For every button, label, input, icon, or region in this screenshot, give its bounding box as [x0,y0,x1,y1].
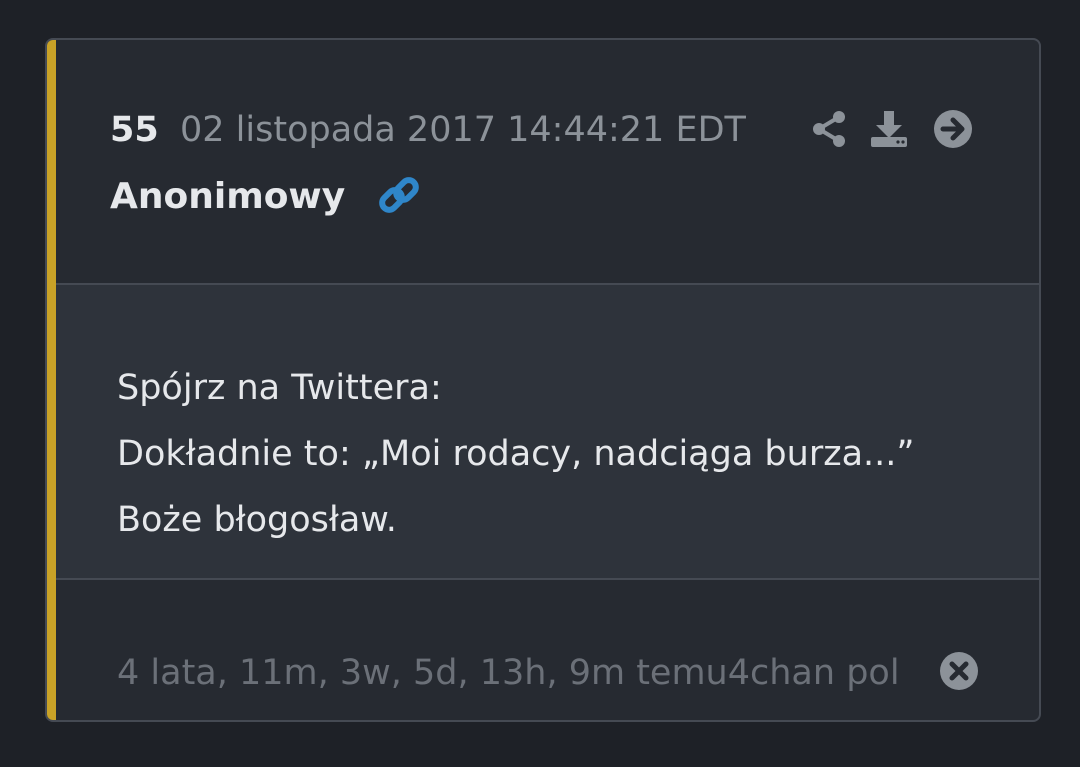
link-icon[interactable] [376,172,422,218]
post-number: 55 [110,110,159,150]
share-icon[interactable] [808,108,850,150]
download-icon[interactable] [868,108,910,150]
relative-time-source: 4 lata, 11m, 3w, 5d, 13h, 9m temu4chan p… [117,653,900,693]
post-card: 55 02 listopada 2017 14:44:21 EDT Anonim… [45,38,1041,722]
close-circle-icon[interactable] [938,650,980,692]
arrow-right-circle-icon[interactable] [932,108,974,150]
post-accent-bar [47,40,56,720]
message-line: Dokładnie to: „Moi rodacy, nadciąga burz… [117,434,915,474]
post-author: Anonimowy [110,176,346,217]
post-timestamp: 02 listopada 2017 14:44:21 EDT [180,110,746,150]
message-line: Boże błogosław. [117,500,397,540]
post-message: Spójrz na Twittera: Dokładnie to: „Moi r… [117,355,915,553]
message-line: Spójrz na Twittera: [117,368,442,408]
post-header: 55 02 listopada 2017 14:44:21 EDT Anonim… [56,40,1039,283]
post-footer: 4 lata, 11m, 3w, 5d, 13h, 9m temu4chan p… [56,580,1039,720]
post-message-area: Spójrz na Twittera: Dokładnie to: „Moi r… [56,285,1039,578]
